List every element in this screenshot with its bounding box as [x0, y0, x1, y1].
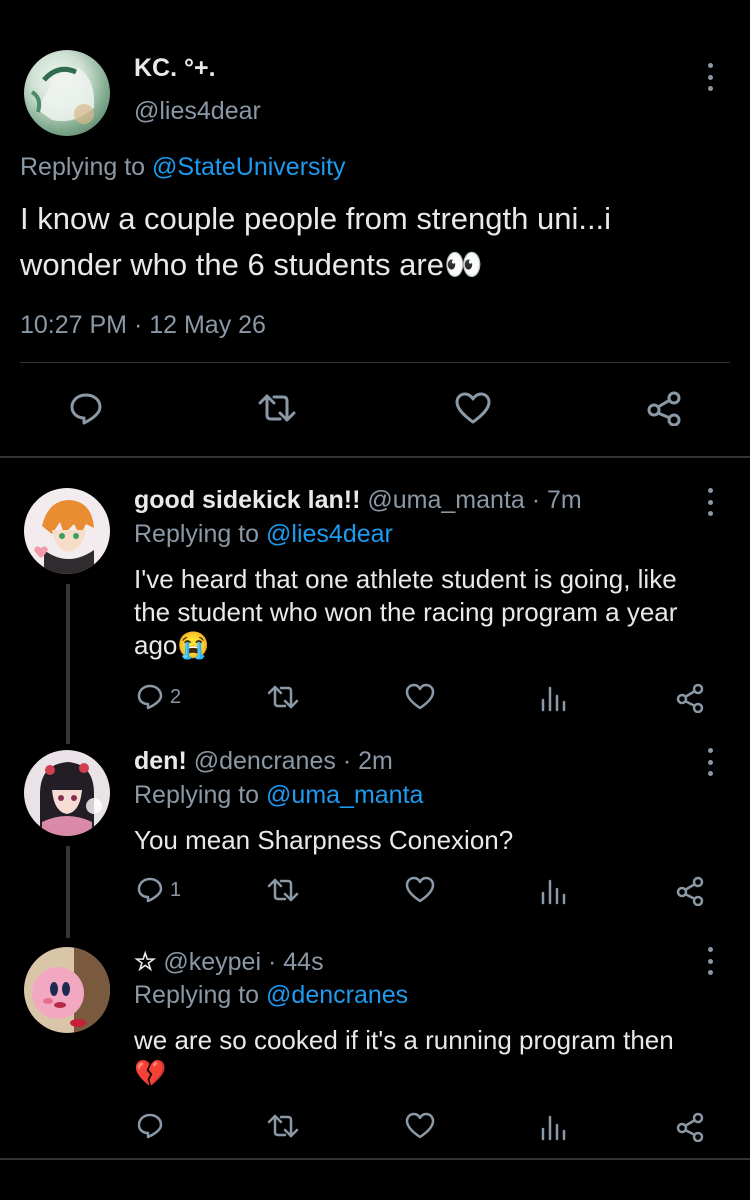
reply-header-3: ☆ @keypei · 44s: [134, 947, 324, 977]
like-icon[interactable]: [454, 391, 492, 425]
replying-to-link[interactable]: @dencranes: [266, 981, 408, 1009]
replying-to-line: Replying to @StateUniversity: [20, 153, 346, 182]
divider-bottom: [0, 1158, 750, 1160]
more-icon[interactable]: [703, 488, 717, 516]
tweet-text-line-2: wonder who the 6 students are👀: [20, 246, 483, 283]
author-handle[interactable]: @lies4dear: [134, 97, 261, 126]
like-icon[interactable]: [405, 683, 435, 711]
replying-prefix: Replying to: [134, 781, 260, 809]
more-icon[interactable]: [703, 748, 717, 776]
reply-icon[interactable]: [136, 684, 164, 710]
reply-display-name[interactable]: ☆: [134, 948, 156, 976]
tweet-timestamp: 10:27 PM · 12 May 26: [20, 311, 266, 339]
share-icon[interactable]: [676, 683, 706, 713]
reply-time: · 2m: [342, 747, 393, 775]
crying-emoji: 😭: [177, 630, 210, 660]
reply-icon[interactable]: [68, 392, 104, 426]
share-icon[interactable]: [676, 876, 706, 906]
tweet-text-line-2-text: wonder who the 6 students are: [20, 247, 444, 282]
replying-to-link[interactable]: @StateUniversity: [152, 153, 346, 181]
avatar-uma-manta[interactable]: [24, 488, 110, 574]
thread-connector-2: [66, 846, 70, 938]
reply-count: 1: [170, 879, 182, 901]
reply-count: 2: [170, 686, 182, 708]
reply-handle[interactable]: @dencranes: [194, 747, 336, 775]
tweet-text-line-1: I know a couple people from strength uni…: [20, 201, 612, 236]
avatar-dencranes[interactable]: [24, 750, 110, 836]
eyes-emoji: 👀: [443, 247, 483, 282]
reply-icon[interactable]: [136, 877, 164, 903]
reply-icon[interactable]: [136, 1113, 164, 1139]
reply-text-1-line-3: ago😭: [134, 630, 210, 661]
reply-display-name[interactable]: good sidekick lan!!: [134, 486, 360, 514]
reply-text-3-line-1: we are so cooked if it's a running progr…: [134, 1025, 674, 1055]
like-icon[interactable]: [405, 1112, 435, 1140]
divider-section: [0, 456, 750, 458]
like-icon[interactable]: [405, 876, 435, 904]
more-icon[interactable]: [703, 63, 717, 91]
replying-prefix: Replying to: [134, 520, 260, 548]
reply-header-2: den! @dencranes · 2m: [134, 747, 393, 776]
views-icon[interactable]: [540, 684, 566, 712]
retweet-icon[interactable]: [266, 1112, 300, 1140]
reply-text-1-line-2: the student who won the racing program a…: [134, 597, 678, 627]
reply-handle[interactable]: @keypei: [163, 948, 261, 976]
reply-text-1-line-1: I've heard that one athlete student is g…: [134, 564, 677, 594]
avatar-keypei[interactable]: [24, 947, 110, 1033]
replying-to-link[interactable]: @uma_manta: [266, 781, 423, 809]
share-icon[interactable]: [676, 1112, 706, 1142]
replying-prefix: Replying to: [20, 153, 146, 181]
reply-text-1-line-3-text: ago: [134, 630, 178, 660]
views-icon[interactable]: [540, 1113, 566, 1141]
reply-replying-to-2: Replying to @uma_manta: [134, 781, 423, 810]
author-display-name[interactable]: KC. °+.: [134, 54, 216, 83]
thread-connector-1: [66, 584, 70, 744]
reply-replying-to-1: Replying to @lies4dear: [134, 520, 393, 549]
reply-handle[interactable]: @uma_manta: [367, 486, 524, 514]
reply-header-1: good sidekick lan!! @uma_manta · 7m: [134, 486, 582, 515]
more-icon[interactable]: [703, 947, 717, 975]
replying-prefix: Replying to: [134, 981, 260, 1009]
retweet-icon[interactable]: [266, 683, 300, 711]
broken-heart-emoji: 💔: [134, 1058, 167, 1088]
replying-to-link[interactable]: @lies4dear: [266, 520, 393, 548]
reply-replying-to-3: Replying to @dencranes: [134, 981, 408, 1010]
retweet-icon[interactable]: [256, 391, 298, 425]
avatar-kc[interactable]: [24, 50, 110, 136]
views-icon[interactable]: [540, 877, 566, 905]
share-icon[interactable]: [646, 390, 684, 426]
reply-time: · 44s: [267, 948, 324, 976]
retweet-icon[interactable]: [266, 876, 300, 904]
reply-display-name[interactable]: den!: [134, 747, 187, 775]
reply-time: · 7m: [531, 486, 582, 514]
divider-top: [20, 362, 730, 363]
reply-text-2-line-1: You mean Sharpness Conexion?: [134, 825, 514, 855]
